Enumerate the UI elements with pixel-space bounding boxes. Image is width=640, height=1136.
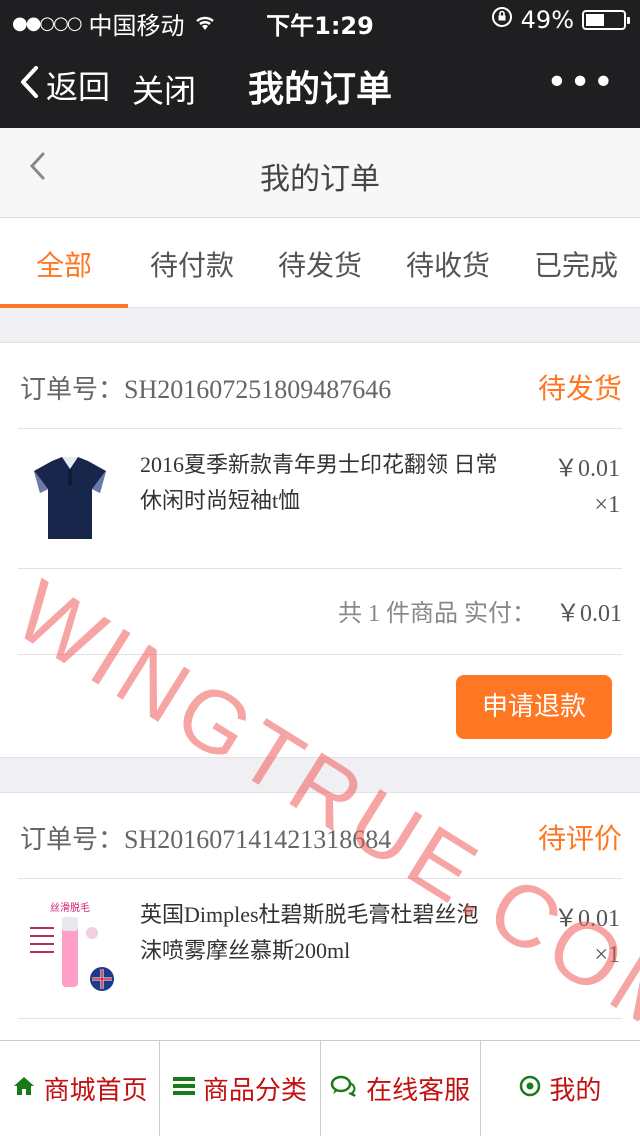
product-image-polo-shirt bbox=[22, 449, 118, 545]
rotation-lock-icon bbox=[491, 6, 513, 34]
product-price: ￥0.01 bbox=[554, 906, 620, 932]
bottom-nav: 商城首页 商品分类 在线客服 我的 bbox=[0, 1040, 640, 1136]
order-summary: 共 1 件商品 实付： ￥0.01 bbox=[18, 569, 622, 655]
summary-label: 共 1 件商品 实付： bbox=[338, 601, 536, 627]
order-status: 待发货 bbox=[537, 372, 622, 405]
page-title: 我的订单 bbox=[260, 162, 380, 197]
tab-pending-payment[interactable]: 待付款 bbox=[128, 218, 256, 307]
nav-home[interactable]: 商城首页 bbox=[0, 1041, 161, 1136]
nav-customer-service[interactable]: 在线客服 bbox=[321, 1041, 481, 1136]
product-name: 英国Dimples杜碧斯脱毛膏杜碧丝泡沫喷雾摩丝慕斯200ml bbox=[140, 902, 479, 963]
order-card: 订单号：SH201607251809487646 待发货 2016夏季新款青年男… bbox=[0, 342, 640, 758]
battery-percent: 49% bbox=[520, 6, 574, 34]
back-label: 返回 bbox=[46, 68, 111, 106]
order-number: 订单号：SH201607251809487646 bbox=[20, 375, 392, 404]
order-item[interactable]: 丝滑脱毛 英国Dimples杜碧斯脱毛膏杜碧丝泡沫喷雾摩丝慕斯200ml ￥0.… bbox=[18, 879, 622, 1019]
tab-pending-shipment[interactable]: 待发货 bbox=[256, 218, 384, 307]
refund-button[interactable]: 申请退款 bbox=[456, 675, 612, 739]
product-name: 2016夏季新款青年男士印花翻领 日常休闲时尚短袖t恤 bbox=[140, 452, 498, 513]
wechat-nav-bar: 返回 关闭 我的订单 ••• bbox=[0, 40, 640, 128]
product-price-qty: ￥0.01 ×1 bbox=[554, 901, 620, 973]
order-item[interactable]: 2016夏季新款青年男士印花翻领 日常休闲时尚短袖t恤 ￥0.01 ×1 bbox=[18, 429, 622, 569]
chat-icon bbox=[330, 1075, 358, 1103]
nav-categories[interactable]: 商品分类 bbox=[160, 1041, 321, 1136]
order-number: 订单号：SH201607141421318684 bbox=[20, 825, 392, 854]
battery-icon bbox=[582, 10, 630, 30]
tab-all[interactable]: 全部 bbox=[0, 218, 128, 308]
nav-customer-service-label: 在线客服 bbox=[366, 1076, 471, 1106]
nav-categories-label: 商品分类 bbox=[202, 1076, 307, 1106]
home-icon bbox=[12, 1075, 36, 1103]
product-image-caption: 丝滑脱毛 bbox=[50, 901, 90, 914]
nav-home-label: 商城首页 bbox=[43, 1076, 148, 1106]
product-price-qty: ￥0.01 ×1 bbox=[554, 451, 620, 523]
product-price: ￥0.01 bbox=[554, 456, 620, 482]
product-image-mousse: 丝滑脱毛 bbox=[22, 899, 118, 995]
close-button[interactable]: 关闭 bbox=[132, 66, 196, 112]
user-icon bbox=[519, 1075, 541, 1103]
order-header: 订单号：SH201607141421318684 待评价 bbox=[18, 793, 622, 879]
order-actions: 申请退款 bbox=[0, 655, 640, 755]
tab-completed[interactable]: 已完成 bbox=[512, 218, 640, 307]
back-button[interactable]: 返回 bbox=[18, 62, 110, 108]
product-quantity: ×1 bbox=[594, 942, 620, 968]
page-header: 我的订单 bbox=[0, 128, 640, 218]
order-tabs: 全部 待付款 待发货 待收货 已完成 bbox=[0, 218, 640, 308]
order-header: 订单号：SH201607251809487646 待发货 bbox=[18, 343, 622, 429]
status-bar: ●●○○○ 中国移动 下午1:29 49% bbox=[0, 0, 640, 40]
more-menu-button[interactable]: ••• bbox=[546, 62, 616, 103]
nav-me[interactable]: 我的 bbox=[481, 1041, 640, 1136]
order-status: 待评价 bbox=[537, 822, 622, 855]
tab-pending-receipt[interactable]: 待收货 bbox=[384, 218, 512, 307]
order-card: 订单号：SH201607141421318684 待评价 丝滑脱毛 英国Dimp… bbox=[0, 792, 640, 1040]
nav-me-label: 我的 bbox=[549, 1076, 602, 1106]
product-quantity: ×1 bbox=[594, 492, 620, 518]
list-icon bbox=[172, 1076, 195, 1102]
chevron-left-icon bbox=[18, 64, 42, 107]
total-amount: ￥0.01 bbox=[556, 601, 622, 627]
